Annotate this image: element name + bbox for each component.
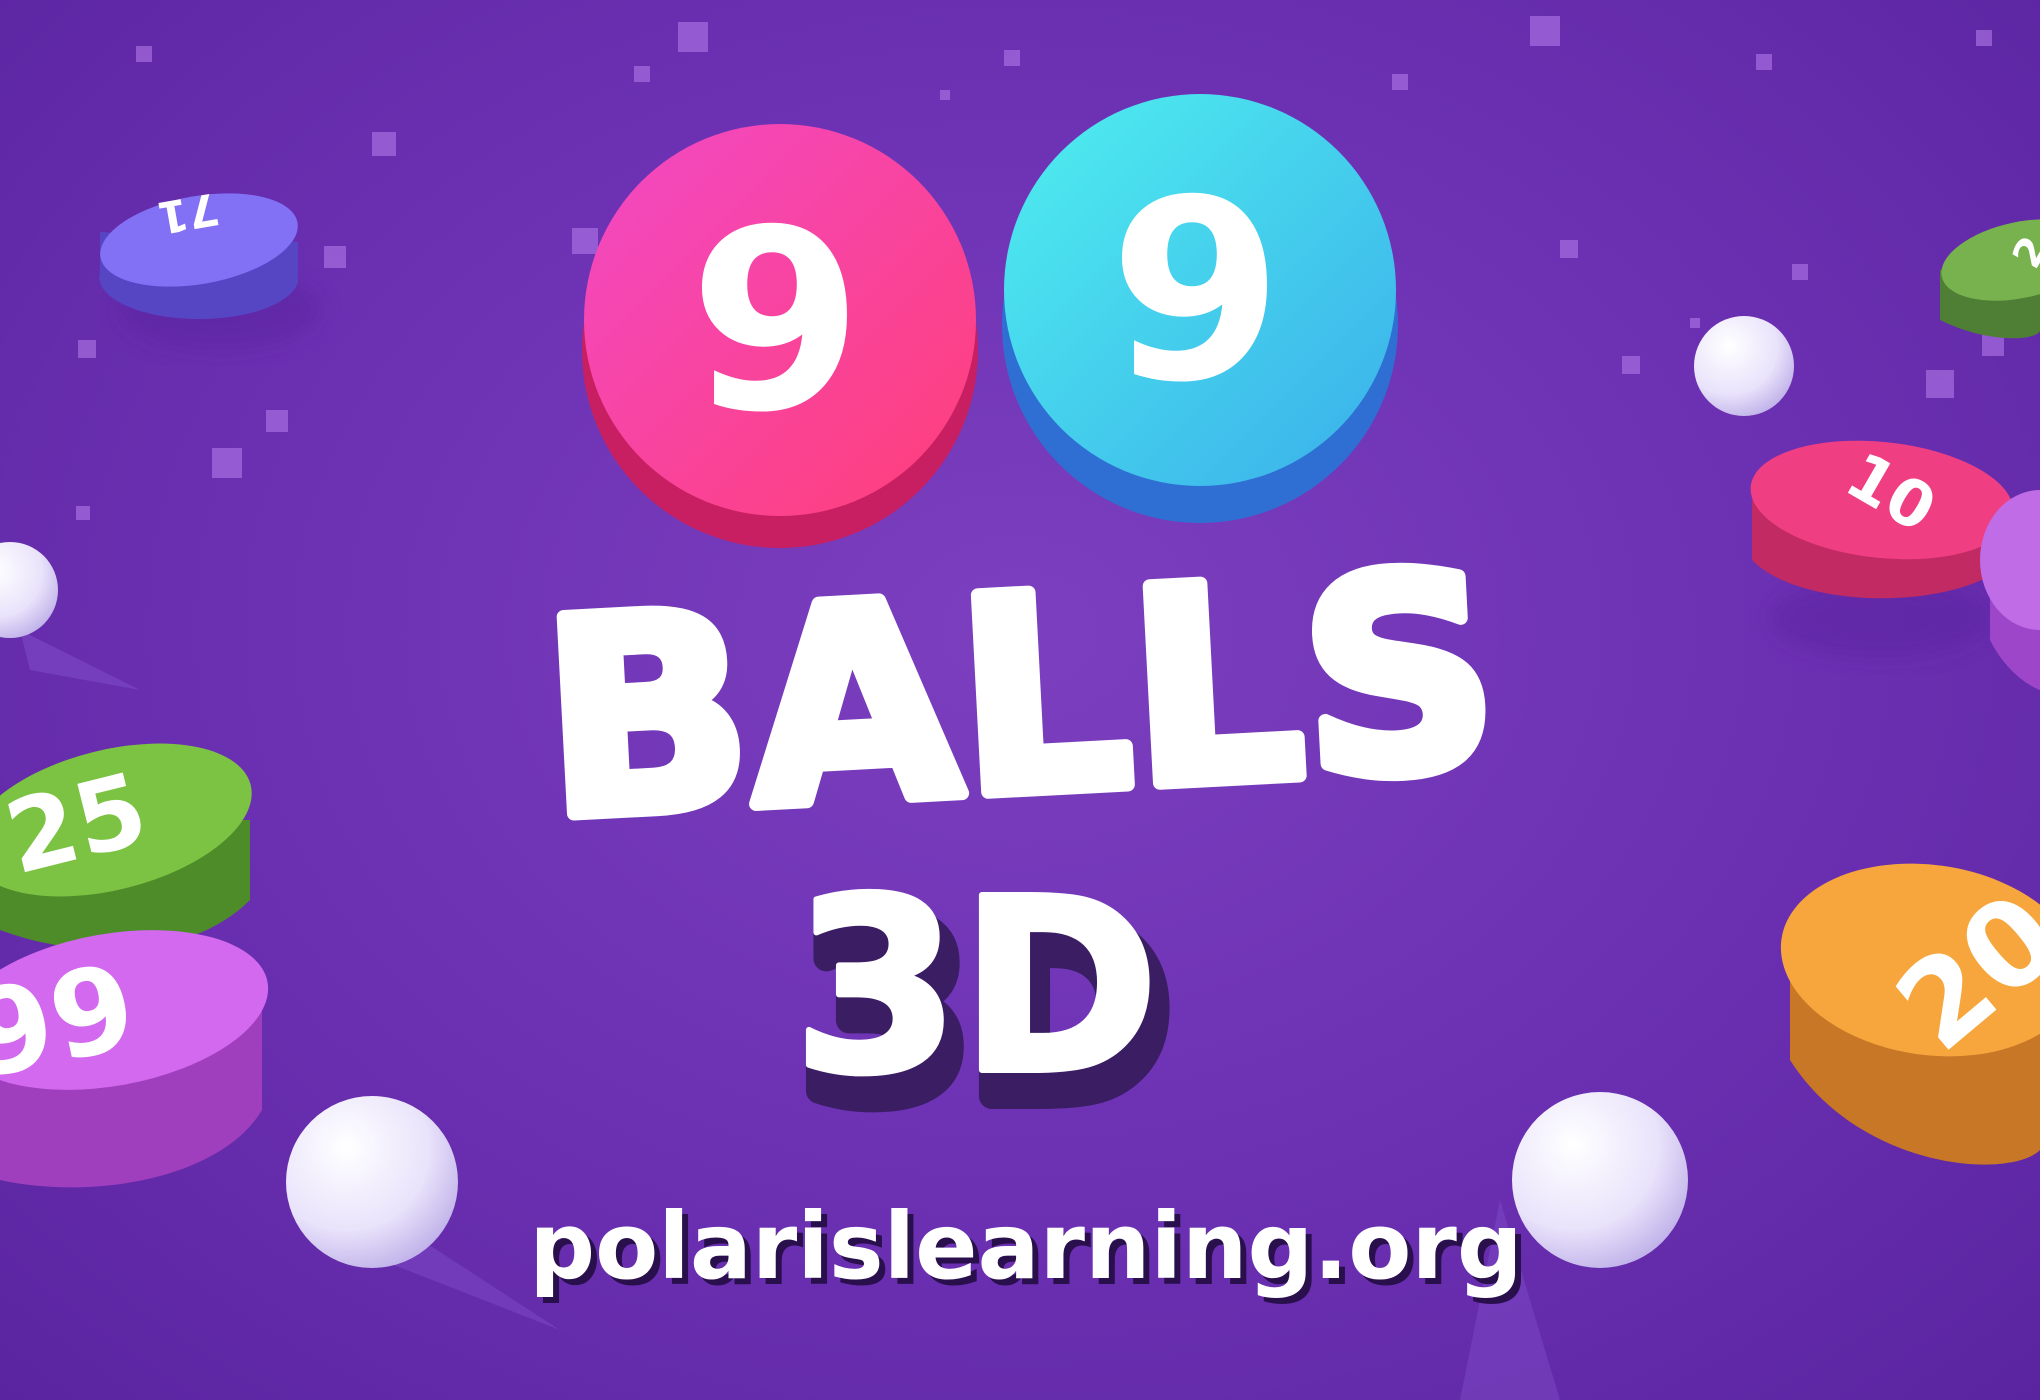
disc-top-right: 2 (1940, 219, 2040, 339)
cyan-ball: 9 (1002, 94, 1398, 523)
logo: 9 9 BALLS 3D 3D (529, 94, 1512, 1166)
disc-10: 10 (1750, 439, 2014, 658)
pink-ball-digit: 9 (689, 176, 863, 467)
disc-25: 25 (0, 743, 252, 950)
cyan-ball-digit: 9 (1109, 146, 1283, 437)
scene: 71 25 99 2 10 20 9 9 BALLS 3D 3D polaris… (0, 16, 2040, 1400)
game-title-screen: 71 25 99 2 10 20 9 9 BALLS 3D 3D polaris… (0, 0, 2040, 1400)
disc-20: 20 (1780, 863, 2040, 1165)
white-ball-bottom-left (286, 1096, 560, 1330)
white-ball-top-right (1694, 316, 1794, 416)
subtitle-3d: 3D (793, 847, 1159, 1127)
white-ball-left-edge (0, 542, 140, 690)
disc-71: 71 (99, 182, 320, 350)
disc-99: 99 (0, 930, 269, 1188)
balls-title: BALLS (536, 514, 1504, 878)
watermark-text: polarislearning.org (529, 1193, 1523, 1300)
pink-ball: 9 (582, 124, 978, 548)
disc-71-label: 71 (154, 182, 223, 243)
